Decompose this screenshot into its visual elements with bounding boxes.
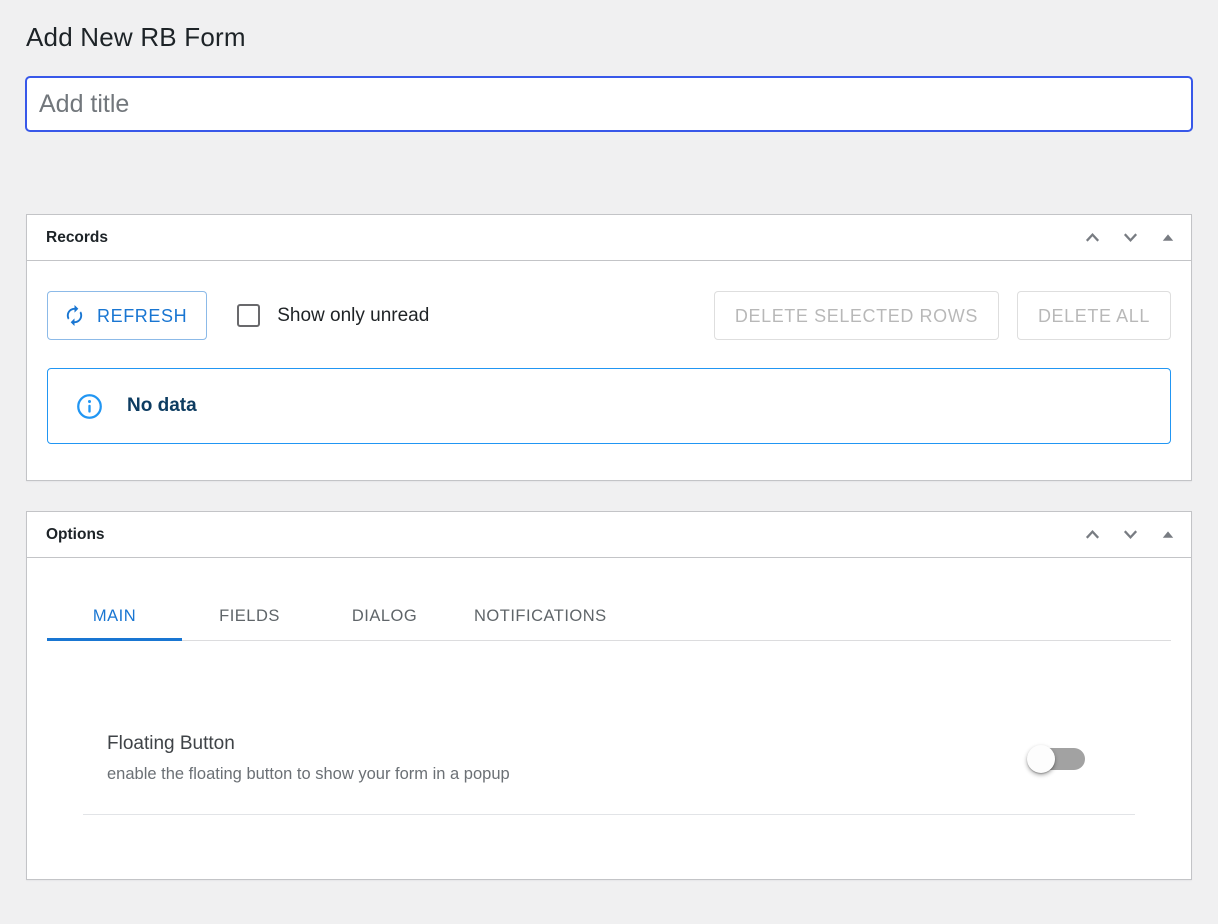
tab-fields[interactable]: FIELDS	[182, 592, 317, 640]
chevron-up-icon	[1083, 228, 1102, 247]
options-move-up-button[interactable]	[1073, 516, 1111, 554]
floating-button-toggle[interactable]	[1027, 740, 1085, 778]
refresh-button[interactable]: REFRESH	[47, 291, 207, 340]
post-title-input[interactable]	[26, 77, 1192, 131]
no-data-alert: No data	[47, 368, 1171, 444]
spacer	[83, 815, 1135, 879]
chevron-up-icon	[1083, 525, 1102, 544]
records-metabox-header[interactable]: Records	[27, 215, 1191, 261]
spacer	[26, 131, 1192, 214]
records-metabox: Records	[26, 214, 1192, 481]
options-metabox-title: Options	[46, 526, 105, 544]
refresh-icon	[63, 304, 86, 327]
page-title: Add New RB Form	[26, 22, 1192, 53]
no-data-message: No data	[127, 395, 197, 417]
chevron-down-icon	[1121, 228, 1140, 247]
show-only-unread-label: Show only unread	[277, 305, 429, 327]
options-tab-bar: MAIN FIELDS DIALOG NOTIFICATIONS	[47, 592, 1171, 641]
options-metabox-header[interactable]: Options	[27, 512, 1191, 558]
show-only-unread-control[interactable]: Show only unread	[237, 304, 429, 327]
options-move-down-button[interactable]	[1111, 516, 1149, 554]
records-handle-actions	[1073, 219, 1187, 257]
tab-main[interactable]: MAIN	[47, 592, 182, 640]
admin-page: Add New RB Form Records	[0, 0, 1218, 880]
delete-all-button[interactable]: DELETE ALL	[1017, 291, 1171, 340]
floating-button-setting-description: enable the floating button to show your …	[107, 765, 510, 784]
main-tab-panel: Floating Button enable the floating butt…	[47, 641, 1171, 879]
refresh-button-label: REFRESH	[97, 307, 187, 325]
triangle-up-icon	[1160, 230, 1176, 246]
records-metabox-body: REFRESH Show only unread DELETE SELECTED…	[27, 261, 1191, 480]
info-icon	[76, 393, 103, 420]
floating-button-setting-text: Floating Button enable the floating butt…	[107, 733, 510, 784]
delete-selected-rows-button[interactable]: DELETE SELECTED ROWS	[714, 291, 999, 340]
records-toolbar: REFRESH Show only unread DELETE SELECTED…	[47, 291, 1171, 340]
triangle-up-icon	[1160, 527, 1176, 543]
records-move-up-button[interactable]	[1073, 219, 1111, 257]
tab-dialog[interactable]: DIALOG	[317, 592, 452, 640]
floating-button-setting-row: Floating Button enable the floating butt…	[83, 711, 1135, 815]
floating-button-setting-label: Floating Button	[107, 733, 510, 755]
records-move-down-button[interactable]	[1111, 219, 1149, 257]
chevron-down-icon	[1121, 525, 1140, 544]
options-collapse-toggle-button[interactable]	[1149, 516, 1187, 554]
toggle-thumb	[1027, 745, 1055, 773]
show-only-unread-checkbox[interactable]	[237, 304, 260, 327]
records-metabox-title: Records	[46, 229, 108, 247]
options-metabox-body: MAIN FIELDS DIALOG NOTIFICATIONS Floatin…	[27, 558, 1191, 879]
records-collapse-toggle-button[interactable]	[1149, 219, 1187, 257]
options-handle-actions	[1073, 516, 1187, 554]
tab-notifications[interactable]: NOTIFICATIONS	[452, 592, 629, 640]
options-metabox: Options	[26, 511, 1192, 880]
